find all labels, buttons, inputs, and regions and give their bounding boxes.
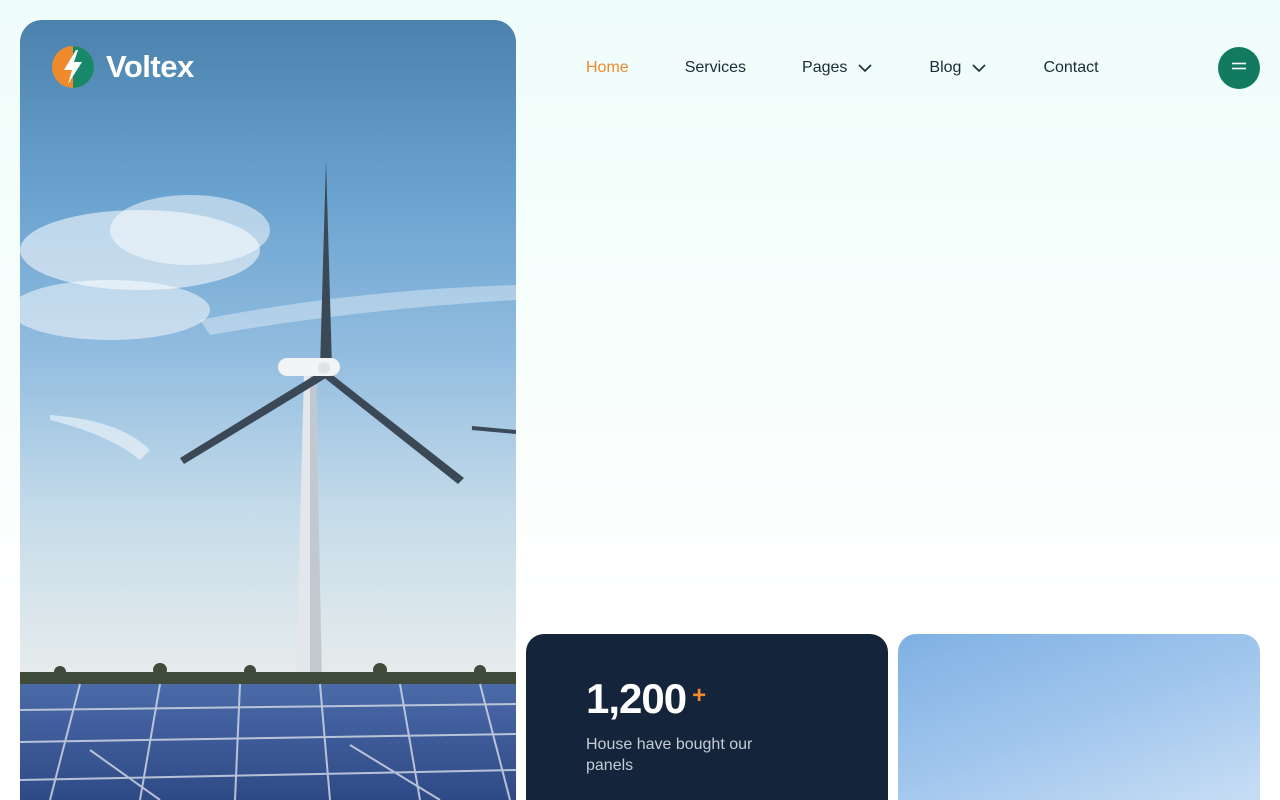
stat-caption: House have bought our panels (586, 736, 753, 774)
lightning-globe-icon (50, 44, 96, 90)
nav-item-label: Home (586, 59, 629, 76)
stat-value: 1,200 + (586, 678, 888, 720)
chevron-down-icon (857, 60, 873, 76)
hero-image-card (20, 20, 516, 800)
nav-item-label: Pages (802, 59, 848, 76)
hamburger-icon (1229, 56, 1249, 81)
wind-turbine-solar-image (20, 160, 516, 800)
sky-image-card (898, 634, 1260, 800)
nav-item-label: Blog (929, 59, 962, 76)
nav-item-services[interactable]: Services (685, 56, 746, 80)
brand-logo[interactable]: Voltex (50, 44, 194, 90)
nav-item-blog[interactable]: Blog (929, 56, 987, 80)
stat-suffix: + (692, 682, 707, 709)
stats-card: 1,200 + House have bought our panels (526, 634, 888, 800)
nav-item-pages[interactable]: Pages (802, 56, 873, 80)
nav-item-home[interactable]: Home (586, 56, 629, 80)
nav-item-label: Services (684, 59, 747, 76)
stat-number: 1,200 (586, 675, 687, 722)
nav-item-contact[interactable]: Contact (1043, 56, 1098, 80)
menu-toggle-button[interactable] (1218, 47, 1260, 89)
nav-item-label: Contact (1043, 59, 1099, 76)
main-nav: Home Services Pages Blog Contact (586, 56, 1155, 80)
brand-name: Voltex (106, 49, 194, 84)
chevron-down-icon (971, 60, 987, 76)
